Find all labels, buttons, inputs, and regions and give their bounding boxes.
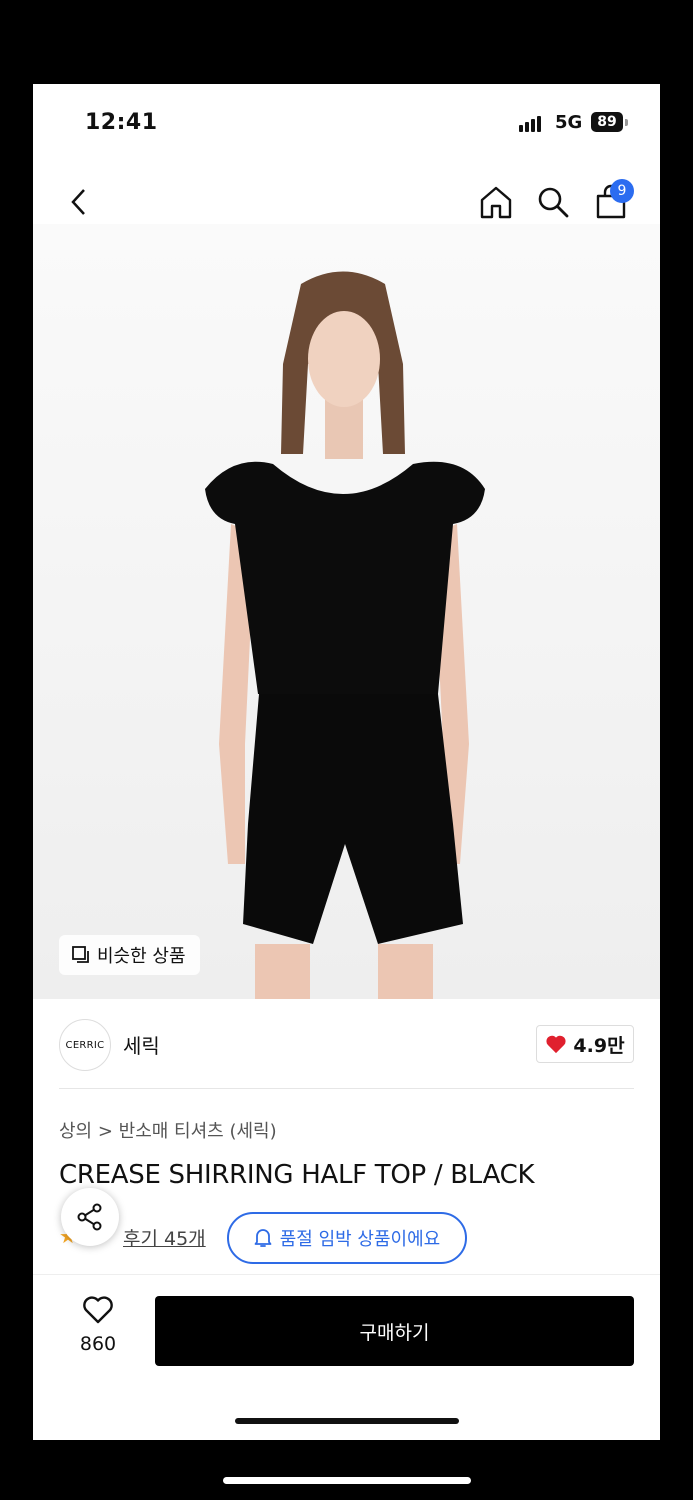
back-button[interactable] (59, 182, 99, 222)
stock-alert-label: 품절 임박 상품이에요 (279, 1229, 441, 1250)
chevron-left-icon (71, 189, 85, 215)
wishlist-count: 860 (79, 1333, 117, 1355)
share-button[interactable] (61, 1188, 119, 1246)
copy-icon (72, 946, 89, 963)
stock-alert-badge[interactable]: 품절 임박 상품이에요 (227, 1212, 467, 1264)
cart-count-badge: 9 (610, 179, 634, 203)
divider (59, 1088, 634, 1089)
category-breadcrumb[interactable]: 상의 > 반소매 티셔츠 (세릭) (59, 1117, 277, 1143)
share-icon (77, 1203, 102, 1231)
bell-icon (254, 1229, 272, 1247)
home-indicator (235, 1418, 459, 1424)
network-type: 5G (555, 112, 583, 133)
similar-products-button[interactable]: 비슷한 상품 (59, 935, 200, 975)
search-button[interactable] (533, 182, 573, 222)
brand-name[interactable]: 세릭 (123, 1030, 160, 1059)
brand-like-button[interactable]: 4.9만 (536, 1025, 634, 1063)
rating-row: ★ 후기 45개 품절 임박 상품이에요 (59, 1210, 639, 1264)
app-screen: 12:41 5G 89 9 비슷한 상품 CERRIC 세릭 4.9만 상의 >… (33, 84, 660, 1440)
home-button[interactable] (476, 182, 516, 222)
product-title: CREASE SHIRRING HALF TOP / BLACK (59, 1160, 535, 1190)
model-photo (205, 271, 485, 999)
search-icon (538, 187, 569, 218)
heart-filled-icon (546, 1035, 566, 1054)
similar-products-label: 비슷한 상품 (97, 946, 186, 967)
battery-icon: 89 (591, 112, 623, 132)
review-count-link[interactable]: 후기 45개 (123, 1224, 206, 1251)
status-time: 12:41 (85, 110, 158, 135)
brand-like-count: 4.9만 (573, 1034, 625, 1057)
signal-icon (519, 114, 547, 132)
bottom-action-bar: 860 구매하기 (33, 1274, 660, 1440)
brand-logo[interactable]: CERRIC (59, 1019, 111, 1071)
heart-outline-icon (83, 1296, 113, 1324)
outer-home-indicator (223, 1477, 471, 1484)
battery-tip (625, 119, 628, 126)
brand-row: CERRIC 세릭 4.9만 (33, 999, 660, 1089)
wishlist-button[interactable]: 860 (63, 1295, 133, 1355)
product-image[interactable]: 비슷한 상품 (33, 224, 660, 999)
buy-button[interactable]: 구매하기 (155, 1296, 634, 1366)
status-bar: 12:41 5G 89 (33, 84, 660, 164)
home-icon (480, 186, 512, 219)
